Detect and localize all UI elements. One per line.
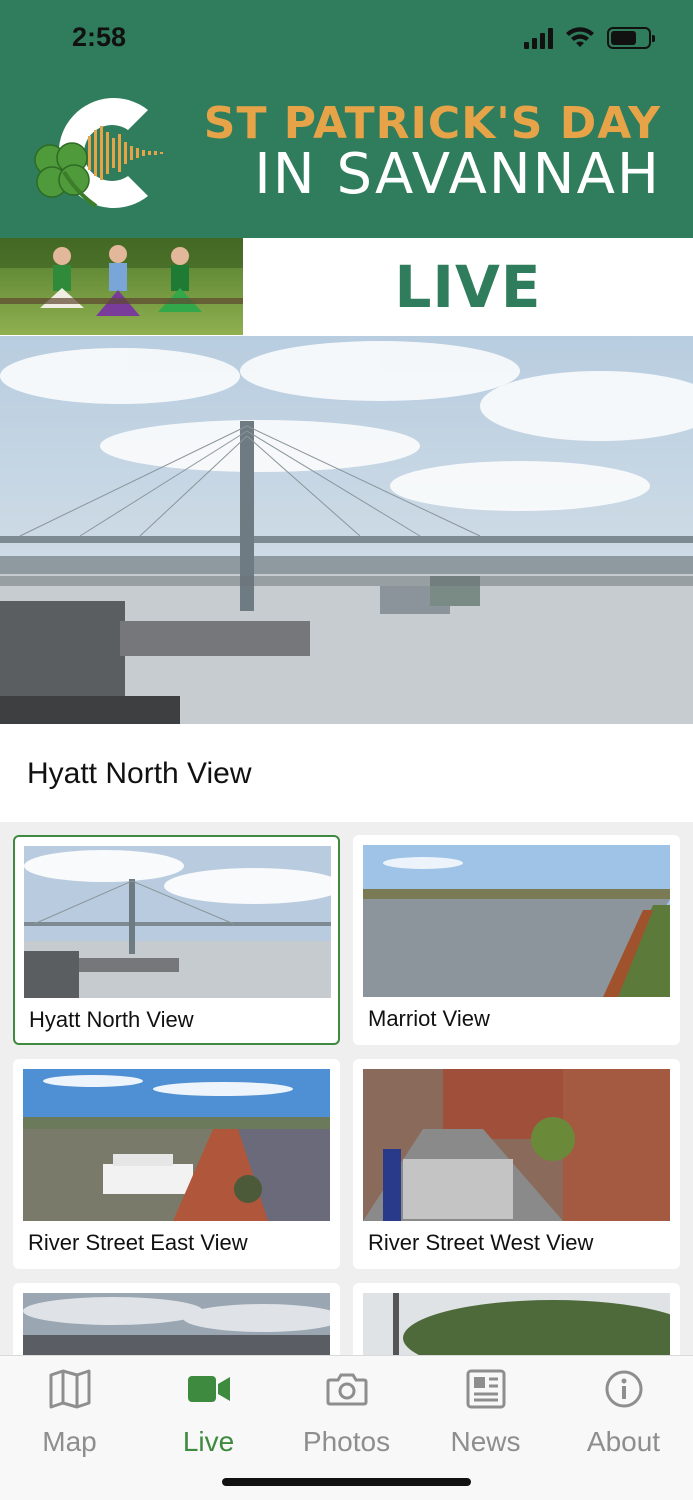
camera-card-label: Hyatt North View: [29, 1007, 194, 1032]
status-time: 2:58: [72, 22, 127, 52]
tab-live[interactable]: Live: [139, 1366, 278, 1466]
tab-label: About: [586, 1426, 661, 1457]
tab-label: Map: [42, 1426, 97, 1457]
main-camera-feed[interactable]: [0, 336, 693, 724]
cellular-signal-icon: [524, 28, 553, 49]
camera-card-label: River Street West View: [368, 1230, 594, 1255]
camera-thumbnail: [23, 1293, 330, 1355]
video-camera-icon: [186, 1366, 232, 1412]
camera-card-label: Marriot View: [368, 1006, 490, 1031]
tab-about[interactable]: About: [554, 1366, 693, 1466]
wifi-icon: [566, 27, 594, 47]
camera-thumbnail: [363, 1069, 670, 1221]
app-title-line2: IN SAVANNAH: [254, 142, 661, 207]
tab-label: News: [450, 1426, 521, 1457]
camera-thumbnail: [363, 1293, 670, 1355]
tab-news[interactable]: News: [416, 1366, 555, 1466]
app-header: 2:58 ST PATRICK'S DAY IN SAVANNAH: [0, 0, 693, 238]
battery-icon: [607, 27, 655, 49]
camera-card-label: River Street East View: [28, 1230, 248, 1255]
info-icon: [601, 1366, 647, 1412]
app-logo-icon: [34, 98, 163, 208]
camera-grid: Hyatt North View Marriot View River Stre…: [0, 822, 693, 1355]
irish-dancers-photo: [0, 238, 243, 335]
camera-card-hyatt-north[interactable]: Hyatt North View: [13, 835, 340, 1045]
camera-icon: [324, 1366, 370, 1412]
camera-thumbnail: [363, 845, 670, 997]
map-icon: [47, 1366, 93, 1412]
live-heading: LIVE: [394, 252, 542, 321]
camera-thumbnail: [23, 1069, 330, 1221]
main-cam-caption-area: Hyatt North View: [0, 724, 693, 822]
camera-card-river-street-east[interactable]: River Street East View: [13, 1059, 340, 1269]
tab-photos[interactable]: Photos: [277, 1366, 416, 1466]
tab-map[interactable]: Map: [0, 1366, 139, 1466]
status-icons: [524, 27, 655, 49]
newspaper-icon: [463, 1366, 509, 1412]
main-cam-caption: Hyatt North View: [27, 757, 252, 790]
camera-card-river-street-west[interactable]: River Street West View: [353, 1059, 680, 1269]
tab-label: Photos: [302, 1426, 391, 1457]
status-bar: 2:58: [0, 0, 693, 80]
camera-card-5[interactable]: [13, 1283, 340, 1355]
live-banner: LIVE: [0, 238, 693, 336]
camera-thumbnail: [24, 846, 331, 998]
camera-card-6[interactable]: [353, 1283, 680, 1355]
camera-card-marriot[interactable]: Marriot View: [353, 835, 680, 1045]
tab-label: Live: [182, 1426, 235, 1457]
home-indicator[interactable]: [222, 1478, 471, 1486]
